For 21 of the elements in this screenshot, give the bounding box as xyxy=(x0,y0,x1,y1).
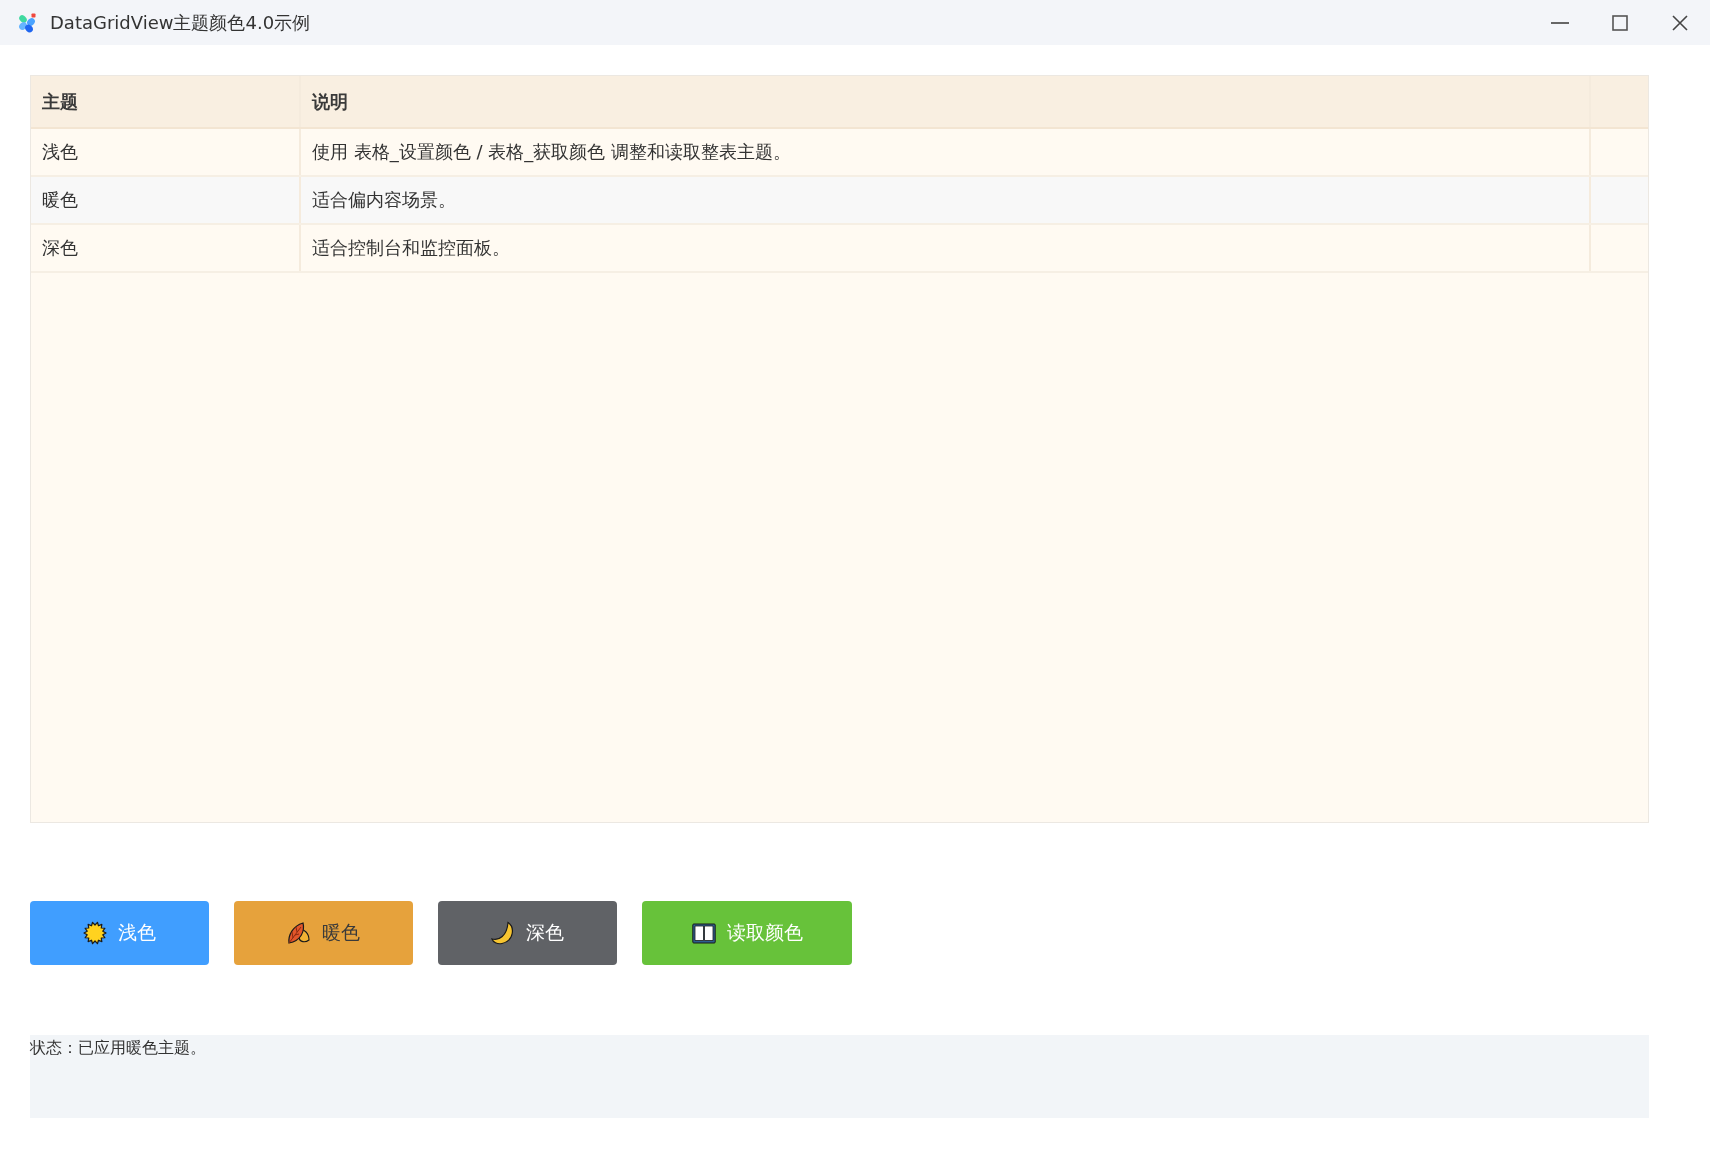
maximize-icon xyxy=(1612,14,1628,31)
moon-icon xyxy=(491,921,515,945)
sun-icon xyxy=(83,921,107,945)
open-book-icon xyxy=(691,922,716,944)
table-cell: 适合控制台和监控面板。 xyxy=(301,225,1591,271)
table-cell: 适合偏内容场景。 xyxy=(301,177,1591,223)
theme-button[interactable]: 浅色 xyxy=(30,901,209,965)
minimize-icon xyxy=(1551,21,1569,24)
column-header: 说明 xyxy=(301,76,1591,127)
close-icon xyxy=(1672,14,1688,31)
column-header: 主题 xyxy=(31,76,301,127)
theme-button[interactable]: 暖色 xyxy=(234,901,413,965)
table-cell: 暖色 xyxy=(31,177,301,223)
status-text: 状态：已应用暖色主题。 xyxy=(30,1038,206,1057)
table-cell: 深色 xyxy=(31,225,301,271)
app-logo-icon xyxy=(17,12,37,33)
theme-button[interactable]: 深色 xyxy=(438,901,617,965)
window-title: DataGridView主题颜色4.0示例 xyxy=(50,10,311,35)
leaf-icon xyxy=(287,921,311,945)
table-cell: 使用 表格_设置颜色 / 表格_获取颜色 调整和读取整表主题。 xyxy=(301,129,1591,175)
table-cell: 浅色 xyxy=(31,129,301,175)
